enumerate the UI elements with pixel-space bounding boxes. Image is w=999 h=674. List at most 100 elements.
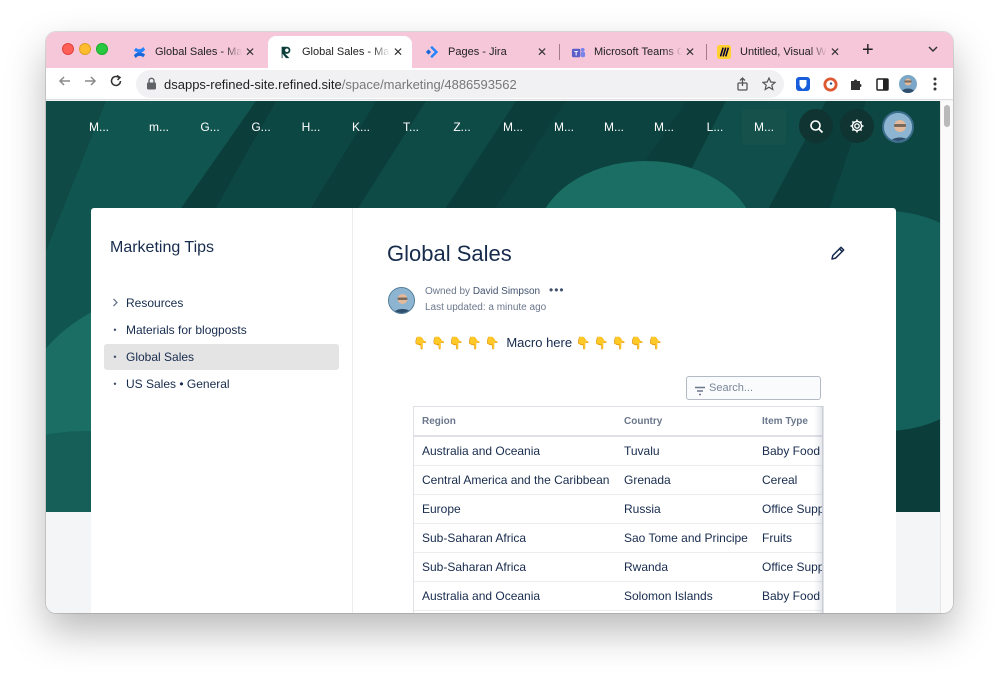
close-tab-icon[interactable]: ✕	[827, 45, 843, 59]
owner-link[interactable]: David Simpson	[473, 286, 540, 297]
cell-item-type: Office Supplies	[754, 494, 822, 524]
nav-item[interactable]: Z...	[444, 109, 480, 145]
tab-1[interactable]: Global Sales - Marketing Tips ✕	[268, 36, 412, 68]
back-arrow-icon	[58, 76, 70, 86]
back-button[interactable]	[58, 74, 72, 92]
cell-region: Europe	[414, 494, 616, 524]
maximize-window-button[interactable]	[96, 43, 108, 55]
pointing-down-emoji: 👇👇👇👇👇	[413, 336, 503, 350]
table-search-input[interactable]	[709, 380, 817, 396]
site-info-icon[interactable]	[146, 77, 157, 95]
close-tab-icon[interactable]: ✕	[242, 45, 258, 59]
cell-country: Russia	[616, 494, 754, 524]
cell-country	[616, 610, 754, 613]
edit-pencil-icon[interactable]	[829, 244, 847, 262]
column-header-item-type[interactable]: Item Type	[754, 407, 822, 437]
table-row[interactable]: Australia and Oceania Solomon Islands Ba…	[414, 581, 822, 611]
nav-item[interactable]: M...	[81, 109, 117, 145]
cell-item-type	[754, 610, 822, 613]
scrollbar-thumb[interactable]	[944, 105, 950, 127]
bullet-icon: •	[113, 352, 117, 362]
cell-country: Grenada	[616, 465, 754, 495]
content-card: Marketing Tips Resources • Materials for…	[91, 208, 896, 613]
column-header-country[interactable]: Country	[616, 407, 754, 437]
duckduckgo-icon[interactable]	[822, 76, 838, 92]
browser-toolbar: dsapps-refined-site.refined.site/space/m…	[46, 68, 953, 100]
nav-item[interactable]: K...	[343, 109, 379, 145]
bitwarden-icon[interactable]	[795, 76, 811, 92]
nav-item[interactable]: H...	[293, 109, 329, 145]
chevron-right-icon[interactable]	[104, 298, 126, 309]
jira-icon	[424, 44, 440, 60]
cell-item-type: Baby Food	[754, 436, 822, 466]
tab-0[interactable]: Global Sales - Marketing Tips ✕	[121, 36, 264, 68]
table-search-field[interactable]	[686, 376, 821, 400]
cell-country: Solomon Islands	[616, 581, 754, 611]
table-row[interactable]	[414, 610, 822, 613]
nav-item[interactable]: M...	[596, 109, 632, 145]
nav-item[interactable]: M...	[546, 109, 582, 145]
address-bar[interactable]: dsapps-refined-site.refined.site/space/m…	[136, 70, 784, 98]
profile-avatar[interactable]	[899, 75, 917, 93]
close-window-button[interactable]	[62, 43, 74, 55]
reload-button[interactable]	[109, 74, 123, 92]
forward-arrow-icon	[85, 76, 97, 86]
macro-placeholder: 👇👇👇👇👇 Macro here 👇👇👇👇👇	[413, 335, 666, 350]
search-button[interactable]	[799, 109, 833, 143]
pointing-down-emoji: 👇👇👇👇👇	[575, 336, 666, 350]
sidebar-item-resources[interactable]: Resources	[104, 290, 339, 316]
tab-strip: Global Sales - Marketing Tips ✕ Global S…	[46, 32, 953, 68]
nav-item[interactable]: m...	[141, 109, 177, 145]
cell-item-type: Cereal	[754, 465, 822, 495]
author-avatar[interactable]	[388, 287, 415, 314]
sidebar-item-us-sales[interactable]: • US Sales • General	[104, 371, 339, 397]
browser-menu-icon[interactable]	[927, 76, 943, 92]
new-tab-button[interactable]: +	[862, 40, 874, 60]
minimize-window-button[interactable]	[79, 43, 91, 55]
table-row[interactable]: Central America and the Caribbean Grenad…	[414, 465, 822, 495]
cell-country: Tuvalu	[616, 436, 754, 466]
side-panel-icon[interactable]	[874, 76, 890, 92]
extensions-puzzle-icon[interactable]	[848, 76, 864, 92]
table-row[interactable]: Sub-Saharan Africa Sao Tome and Principe…	[414, 523, 822, 553]
column-header-region[interactable]: Region	[414, 407, 616, 437]
tab-3[interactable]: T Microsoft Teams Classic ✕	[560, 36, 704, 68]
nav-item[interactable]: L...	[697, 109, 733, 145]
nav-item[interactable]: T...	[393, 109, 429, 145]
sales-table: Region Country Item Type Australia and O…	[413, 406, 823, 613]
space-title[interactable]: Marketing Tips	[110, 239, 214, 257]
settings-button[interactable]	[840, 109, 874, 143]
tab-search-button[interactable]	[928, 44, 938, 56]
share-icon[interactable]	[736, 77, 749, 94]
teams-icon: T	[570, 44, 586, 60]
url-text[interactable]: dsapps-refined-site.refined.site/space/m…	[164, 77, 517, 92]
bookmark-star-icon[interactable]	[761, 76, 777, 94]
browser-window: Global Sales - Marketing Tips ✕ Global S…	[46, 32, 953, 613]
nav-item[interactable]: G...	[243, 109, 279, 145]
close-tab-icon[interactable]: ✕	[534, 45, 550, 59]
table-row[interactable]: Sub-Saharan Africa Rwanda Office Supplie…	[414, 552, 822, 582]
nav-item[interactable]: M...	[646, 109, 682, 145]
site-nav: M... m... G... G... H... K... T... Z... …	[46, 109, 940, 145]
more-actions-icon[interactable]: •••	[549, 283, 565, 297]
sidebar-item-global-sales[interactable]: • Global Sales	[104, 344, 339, 370]
tab-4[interactable]: Untitled, Visual Workspace ✕	[706, 36, 849, 68]
forward-button[interactable]	[83, 74, 97, 92]
cell-region: Central America and the Caribbean	[414, 465, 616, 495]
user-avatar[interactable]	[882, 111, 914, 143]
close-tab-icon[interactable]: ✕	[390, 45, 406, 59]
page-content: Global Sales Owned by David Simpson ••• …	[353, 208, 896, 613]
cell-item-type: Fruits	[754, 523, 822, 553]
gear-icon	[850, 119, 864, 133]
close-tab-icon[interactable]: ✕	[682, 45, 698, 59]
page-scrollbar[interactable]	[940, 101, 953, 613]
sidebar-item-materials[interactable]: • Materials for blogposts	[104, 317, 339, 343]
table-row[interactable]: Australia and Oceania Tuvalu Baby Food	[414, 436, 822, 466]
nav-item-active[interactable]: M...	[742, 109, 786, 145]
nav-item[interactable]: M...	[495, 109, 531, 145]
nav-item[interactable]: G...	[192, 109, 228, 145]
table-row[interactable]: Europe Russia Office Supplies	[414, 494, 822, 524]
reload-icon	[110, 74, 122, 87]
refined-icon	[278, 44, 294, 60]
tab-2[interactable]: Pages - Jira ✕	[414, 36, 556, 68]
